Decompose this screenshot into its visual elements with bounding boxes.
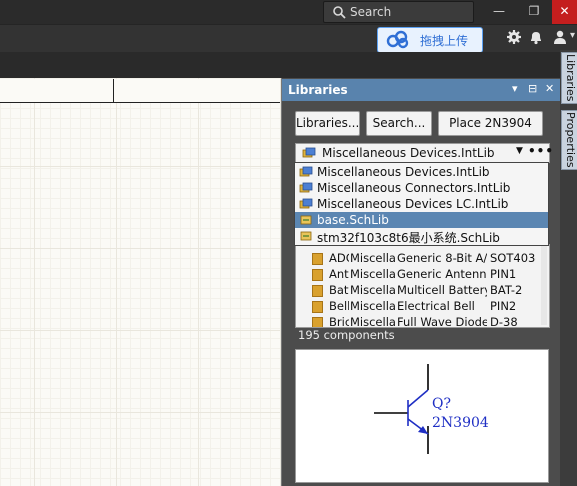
component-library: Miscellar [350, 315, 396, 328]
component-name: Bric [329, 315, 349, 328]
option-label: Miscellaneous Devices LC.IntLib [317, 197, 509, 211]
panel-header: Libraries ▾ ⊟ ✕ [282, 79, 560, 101]
table-row[interactable]: Ante Miscellar Generic Antenna PIN1 [296, 266, 541, 282]
component-icon [312, 269, 323, 281]
table-row[interactable]: ADC Miscellar Generic 8-Bit A/D SOT403- [296, 250, 541, 266]
tab-properties[interactable]: Properties [561, 110, 577, 170]
component-icon [312, 285, 323, 297]
gear-icon[interactable] [506, 29, 522, 45]
place-button[interactable]: Place 2N3904 [438, 111, 543, 136]
maximize-button[interactable]: ❐ [516, 0, 552, 24]
dropdown-option[interactable]: Miscellaneous Connectors.IntLib [295, 180, 548, 196]
component-name: Batt [329, 283, 349, 297]
libraries-button[interactable]: Libraries... [295, 111, 360, 136]
component-footprint: PIN1 [490, 267, 517, 281]
component-description: Generic Antenna [397, 267, 487, 281]
component-footprint: BAT-2 [490, 283, 523, 297]
schlib-icon [300, 215, 312, 225]
search-button[interactable]: Search... [366, 111, 432, 136]
component-description: Electrical Bell [397, 299, 475, 313]
table-row[interactable]: Batt Miscellar Multicell Battery BAT-2 [296, 282, 541, 298]
component-name: ADC [329, 251, 349, 265]
document-tab-bar [0, 52, 577, 78]
dropdown-option-selected[interactable]: base.SchLib [295, 212, 548, 228]
preview-designator: Q? [432, 396, 451, 412]
option-label: Miscellaneous Connectors.IntLib [317, 181, 511, 195]
upload-label: 拖拽上传 [420, 34, 469, 48]
table-row[interactable]: Bric Miscellar Full Wave Diode B D-38 [296, 314, 541, 328]
library-select[interactable]: Miscellaneous Devices.IntLib ▼ ••• [295, 143, 553, 163]
component-description: Multicell Battery [397, 283, 487, 297]
library-icon [302, 147, 316, 158]
library-icon [299, 166, 313, 177]
option-label: base.SchLib [317, 213, 389, 227]
title-block-divider [113, 79, 114, 102]
component-footprint: SOT403- [490, 251, 536, 265]
component-description: Full Wave Diode B [397, 315, 487, 328]
component-count: 195 components [298, 328, 395, 342]
schematic-title-block [0, 79, 280, 103]
bell-icon[interactable] [528, 29, 544, 45]
panel-pin-icon[interactable]: ⊟ [528, 82, 537, 95]
close-window-button[interactable]: ✕ [552, 0, 577, 24]
component-list[interactable]: ADC Miscellar Generic 8-Bit A/D SOT403- … [295, 244, 550, 328]
search-placeholder: Search [350, 5, 392, 19]
selected-library: Miscellaneous Devices.IntLib [322, 146, 495, 160]
table-row[interactable]: Bell Miscellar Electrical Bell PIN2 [296, 298, 541, 314]
component-library: Miscellar [350, 251, 396, 265]
preview-comment: 2N3904 [432, 415, 489, 431]
panel-title: Libraries [288, 83, 348, 97]
library-icon [299, 198, 313, 209]
search-icon [333, 6, 346, 19]
library-icon [299, 182, 313, 193]
toolbar [0, 24, 577, 53]
option-label: Miscellaneous Devices.IntLib [317, 165, 490, 179]
cloud-upload-icon [386, 30, 409, 49]
component-library: Miscellar [350, 267, 396, 281]
upload-button[interactable]: 拖拽上传 [377, 27, 483, 53]
minimize-button[interactable]: — [481, 0, 517, 24]
more-options-icon[interactable]: ••• [528, 144, 554, 158]
option-label: stm32f103c8t6最小系统.SchLib [317, 231, 500, 245]
dropdown-option[interactable]: Miscellaneous Devices LC.IntLib [295, 196, 548, 212]
component-description: Generic 8-Bit A/D [397, 251, 487, 265]
search-box[interactable]: Search [323, 1, 474, 23]
library-dropdown: Miscellaneous Devices.IntLib Miscellaneo… [294, 162, 549, 246]
schematic-canvas[interactable] [0, 78, 281, 486]
component-footprint: D-38 [490, 315, 518, 328]
component-name: Bell [329, 299, 349, 313]
component-icon [312, 253, 323, 265]
tab-libraries[interactable]: Libraries [561, 52, 577, 104]
component-icon [312, 317, 323, 327]
user-dropdown-icon[interactable]: ▾ [570, 30, 575, 41]
dropdown-option[interactable]: Miscellaneous Devices.IntLib [295, 164, 548, 180]
dropdown-option[interactable]: stm32f103c8t6最小系统.SchLib [295, 228, 548, 245]
watermark: CSDN @Lc-Yusheng [413, 457, 539, 472]
component-library: Miscellar [350, 283, 396, 297]
user-icon[interactable] [552, 29, 568, 45]
component-library: Miscellar [350, 299, 396, 313]
component-icon [312, 301, 323, 313]
panel-menu-icon[interactable]: ▾ [512, 82, 518, 95]
panel-close-icon[interactable]: ✕ [545, 82, 554, 95]
component-name: Ante [329, 267, 349, 281]
schlib-icon [300, 231, 312, 241]
component-list-scrollbar[interactable] [541, 245, 547, 325]
component-footprint: PIN2 [490, 299, 517, 313]
chevron-down-icon[interactable]: ▼ [516, 146, 523, 156]
